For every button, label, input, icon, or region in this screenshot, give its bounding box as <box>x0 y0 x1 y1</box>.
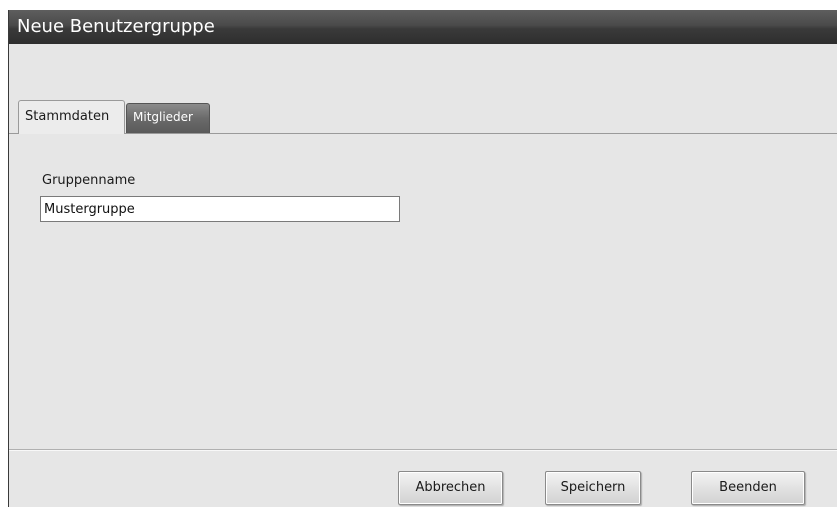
tab-label: Mitglieder <box>133 110 193 124</box>
exit-button[interactable]: Beenden <box>691 471 805 505</box>
group-name-label: Gruppenname <box>42 173 136 188</box>
window-title: Neue Benutzergruppe <box>17 16 215 37</box>
title-bar[interactable]: Neue Benutzergruppe <box>9 10 837 44</box>
dialog-window: Neue Benutzergruppe Stammdaten Mitgliede… <box>8 10 837 507</box>
tab-stammdaten[interactable]: Stammdaten <box>18 100 125 134</box>
tab-label: Stammdaten <box>25 109 110 124</box>
save-button[interactable]: Speichern <box>545 471 641 505</box>
cancel-button[interactable]: Abbrechen <box>398 471 503 505</box>
tab-mitglieder[interactable]: Mitglieder <box>126 103 210 133</box>
group-name-input[interactable] <box>40 196 400 222</box>
tab-divider <box>9 133 837 134</box>
footer-divider-highlight <box>9 450 837 451</box>
